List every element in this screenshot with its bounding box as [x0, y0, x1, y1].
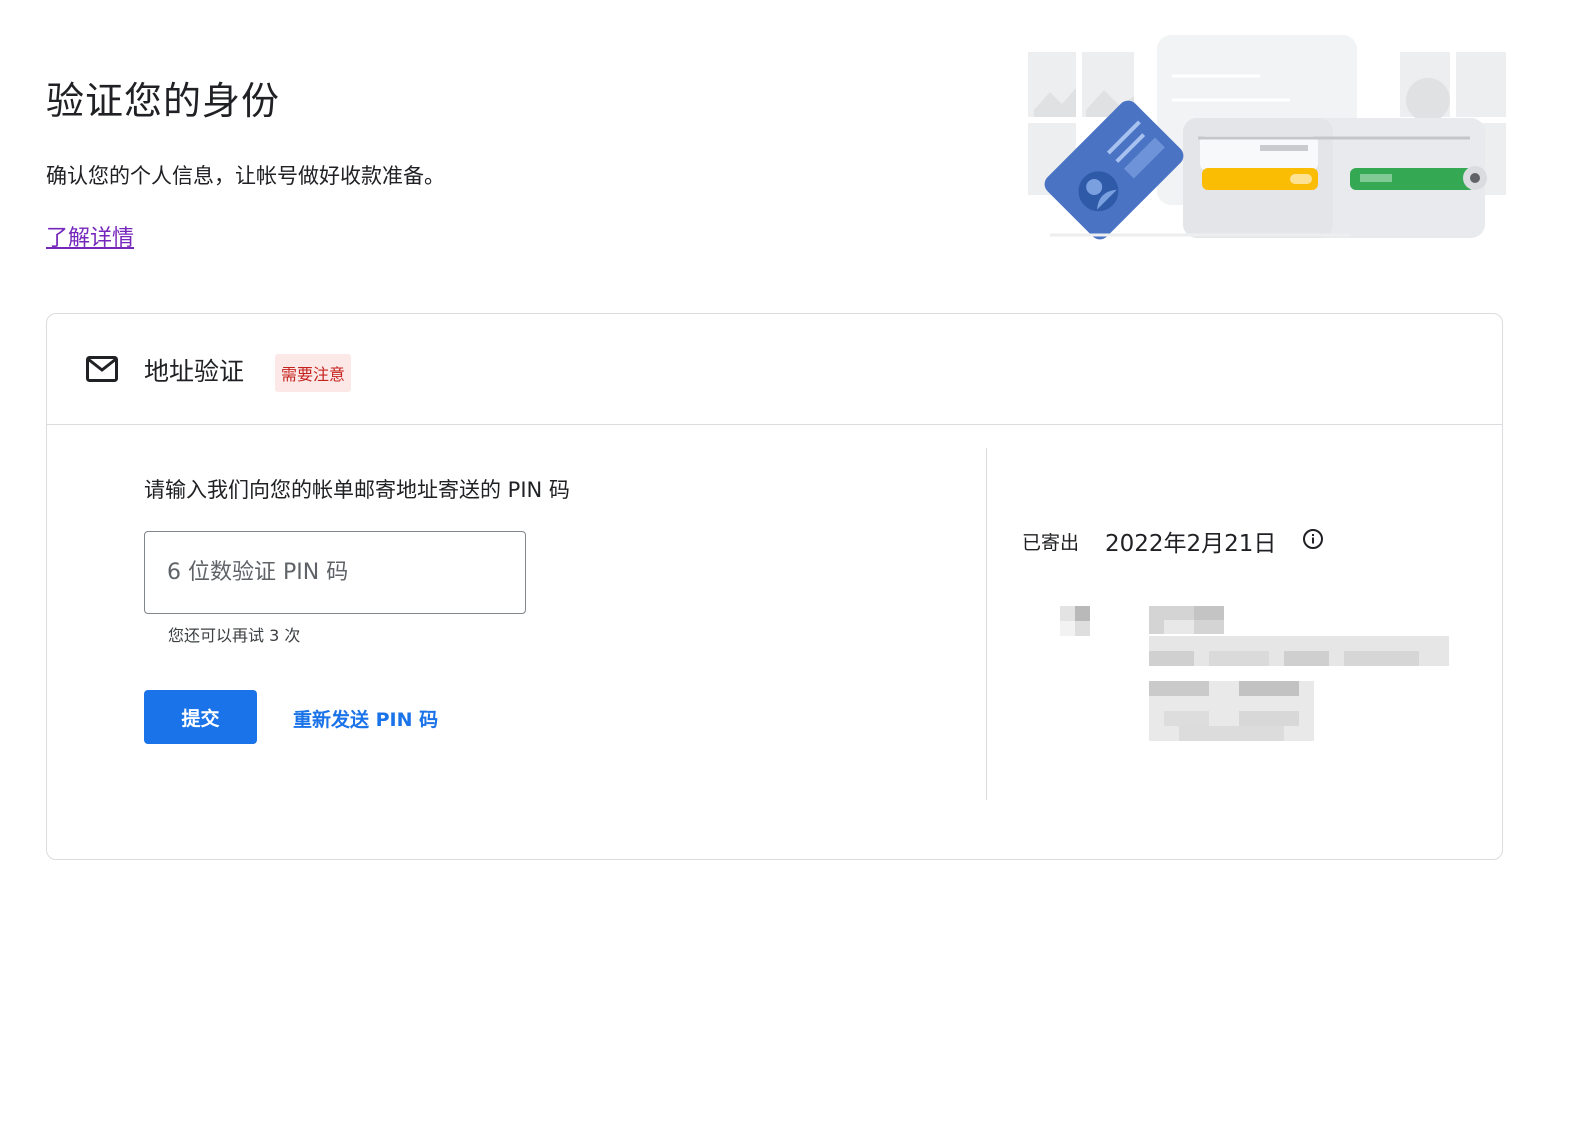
- redacted-address: [1149, 606, 1449, 746]
- page-subtitle: 确认您的个人信息，让帐号做好收款准备。: [46, 164, 445, 188]
- sent-date: 2022年2月21日: [1105, 531, 1277, 557]
- status-badge: 需要注意: [275, 354, 352, 392]
- pin-input[interactable]: [144, 531, 526, 614]
- mail-icon: [86, 356, 118, 382]
- retries-remaining: 您还可以再试 3 次: [168, 626, 301, 645]
- card-header: 地址验证 需要注意: [47, 314, 1502, 425]
- page-title: 验证您的身份: [46, 79, 281, 123]
- resend-pin-link[interactable]: 重新发送 PIN 码: [293, 705, 438, 732]
- pin-prompt: 请输入我们向您的帐单邮寄地址寄送的 PIN 码: [144, 478, 570, 502]
- submit-button[interactable]: 提交: [144, 690, 257, 744]
- address-verification-card: 地址验证 需要注意 请输入我们向您的帐单邮寄地址寄送的 PIN 码 您还可以再试…: [46, 313, 1503, 860]
- sent-label: 已寄出: [1022, 532, 1080, 554]
- column-divider: [986, 448, 987, 800]
- info-icon[interactable]: [1302, 528, 1324, 550]
- pin-entry-section: 请输入我们向您的帐单邮寄地址寄送的 PIN 码 您还可以再试 3 次 提交 重新…: [144, 474, 944, 744]
- redacted-name-initial: [1060, 606, 1090, 636]
- verify-identity-page: 验证您的身份 确认您的个人信息，让帐号做好收款准备。 了解详情 地址验证 需要注…: [0, 0, 1573, 1143]
- identity-illustration: [1028, 35, 1506, 240]
- learn-more-link[interactable]: 了解详情: [46, 220, 134, 252]
- card-title: 地址验证: [144, 357, 245, 386]
